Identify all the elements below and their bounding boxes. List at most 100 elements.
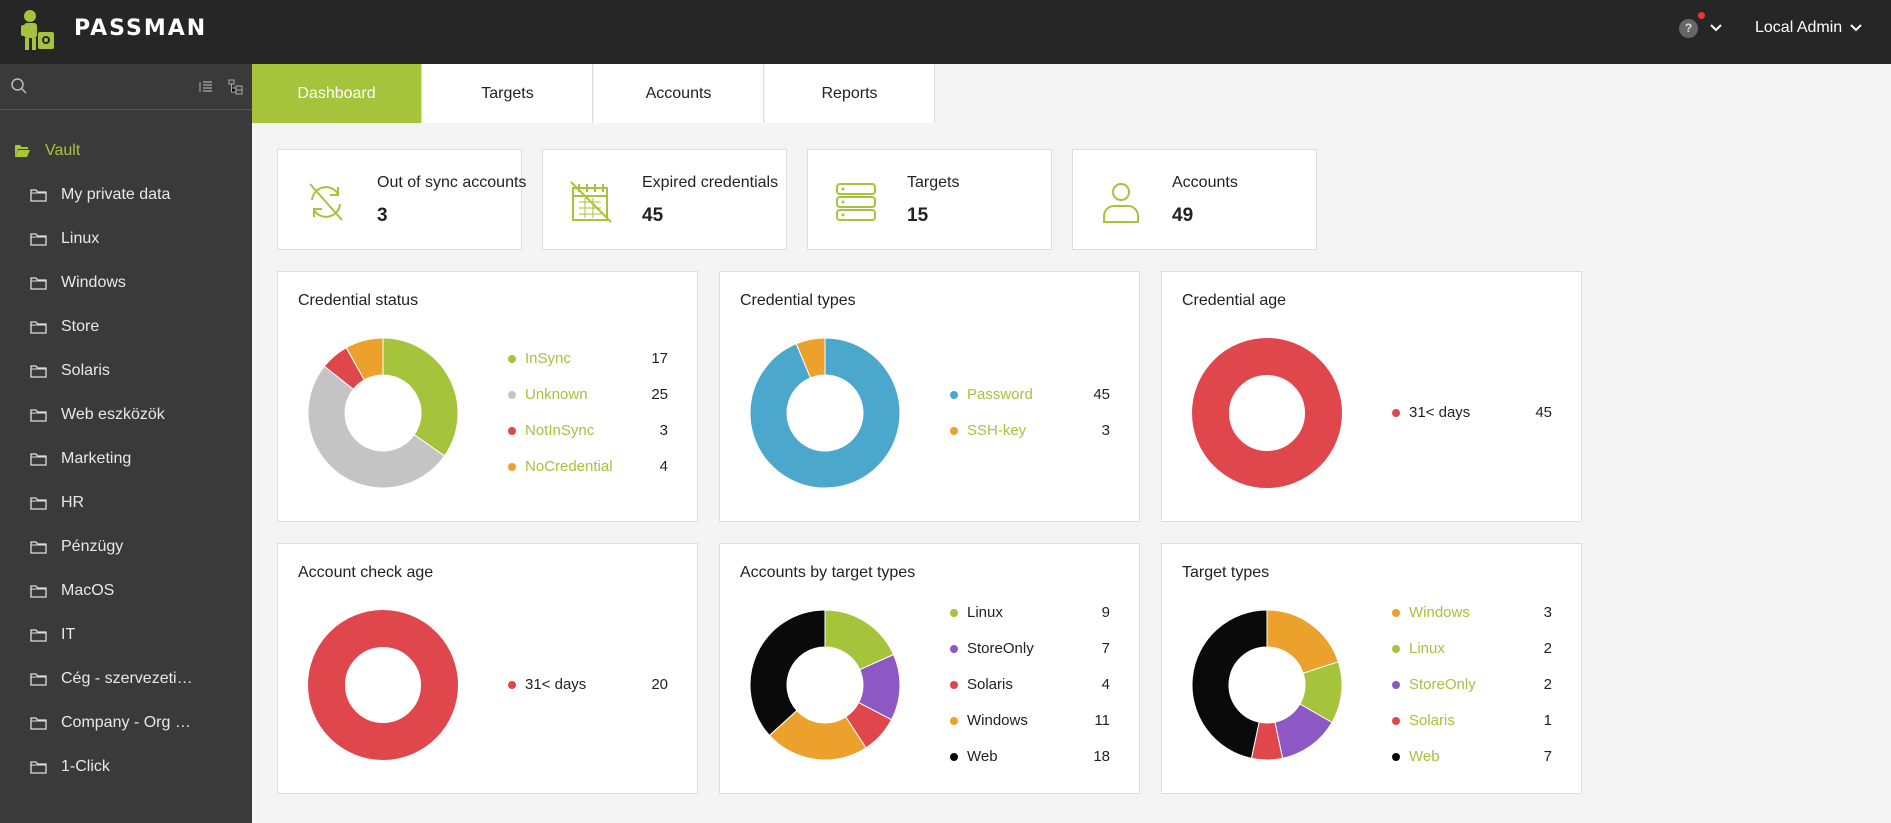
- panel-account-check-age: Account check age 31< days 20: [277, 543, 698, 794]
- sidebar-folder-item[interactable]: Store: [0, 310, 252, 346]
- legend-dot: [950, 645, 958, 653]
- legend-item[interactable]: Web 18: [950, 747, 1110, 767]
- tab-accounts[interactable]: Accounts: [594, 64, 764, 123]
- collapse-tree-icon[interactable]: [199, 79, 215, 95]
- sidebar-folder-item[interactable]: Linux: [0, 222, 252, 258]
- sidebar-folder-item[interactable]: Web eszközök: [0, 398, 252, 434]
- brand-name[interactable]: PASSMAN: [74, 16, 207, 41]
- legend-label[interactable]: Windows: [1409, 604, 1470, 621]
- search-input[interactable]: [36, 74, 186, 98]
- sidebar-folder-item[interactable]: Solaris: [0, 354, 252, 390]
- legend-item[interactable]: 31< days 20: [508, 675, 668, 695]
- legend-label[interactable]: Solaris: [1409, 712, 1455, 729]
- sidebar-folder-item[interactable]: Windows: [0, 266, 252, 302]
- donut-slice[interactable]: [308, 610, 458, 760]
- legend-label[interactable]: NoCredential: [525, 458, 613, 475]
- legend-value: 2: [1543, 676, 1552, 693]
- legend-item[interactable]: StoreOnly 2: [1392, 675, 1552, 695]
- sidebar-folder-item[interactable]: 1-Click: [0, 750, 252, 786]
- chevron-down-icon[interactable]: [1848, 19, 1864, 35]
- folder-icon: [30, 453, 47, 466]
- panel-title: Credential age: [1182, 292, 1287, 309]
- donut-chart[interactable]: [1191, 337, 1343, 489]
- legend-label[interactable]: Web: [1409, 748, 1440, 765]
- tree-item-label: Company - Org …: [61, 714, 191, 731]
- legend-item[interactable]: Linux 2: [1392, 639, 1552, 659]
- stat-card-expired-credentials[interactable]: Expired credentials 45: [542, 149, 787, 250]
- legend-dot: [508, 355, 516, 363]
- donut-slice[interactable]: [1192, 338, 1342, 488]
- legend-label[interactable]: InSync: [525, 350, 571, 367]
- expand-tree-icon[interactable]: [228, 79, 244, 95]
- legend-item[interactable]: StoreOnly 7: [950, 639, 1110, 659]
- tab-dashboard[interactable]: Dashboard: [252, 64, 422, 123]
- donut-slice[interactable]: [749, 609, 826, 737]
- legend-label[interactable]: NotInSync: [525, 422, 594, 439]
- sidebar-folder-item[interactable]: Marketing: [0, 442, 252, 478]
- tree-item-label: MacOS: [61, 582, 115, 599]
- legend-label[interactable]: Password: [967, 386, 1033, 403]
- sidebar-folder-item[interactable]: IT: [0, 618, 252, 654]
- legend-item[interactable]: InSync 17: [508, 349, 668, 369]
- legend-item[interactable]: NotInSync 3: [508, 421, 668, 441]
- legend-label[interactable]: Linux: [1409, 640, 1445, 657]
- donut-chart[interactable]: [1191, 609, 1343, 761]
- folder-icon: [30, 629, 47, 642]
- tree-item-label: Marketing: [61, 450, 132, 467]
- legend-label: 31< days: [525, 676, 587, 693]
- legend-item[interactable]: Linux 9: [950, 603, 1110, 623]
- legend-value: 9: [1101, 604, 1110, 621]
- sidebar-folder-item[interactable]: Company - Org …: [0, 706, 252, 742]
- legend-item[interactable]: NoCredential 4: [508, 457, 668, 477]
- legend-item[interactable]: Solaris 4: [950, 675, 1110, 695]
- legend-dot: [1392, 609, 1400, 617]
- legend-item[interactable]: Web 7: [1392, 747, 1552, 767]
- legend-item[interactable]: Windows 3: [1392, 603, 1552, 623]
- help-icon[interactable]: ?: [1679, 19, 1698, 38]
- donut-chart[interactable]: [307, 337, 459, 489]
- legend-dot: [1392, 681, 1400, 689]
- legend-item[interactable]: Solaris 1: [1392, 711, 1552, 731]
- donut-slice[interactable]: [1191, 609, 1268, 759]
- chevron-down-icon[interactable]: [1708, 19, 1724, 35]
- notification-dot: [1698, 12, 1705, 19]
- donut-slice[interactable]: [1266, 609, 1339, 674]
- legend-value: 45: [1535, 404, 1552, 421]
- legend-item[interactable]: Windows 11: [950, 711, 1110, 731]
- legend-item[interactable]: Password 45: [950, 385, 1110, 405]
- legend-value: 3: [659, 422, 668, 439]
- legend-item[interactable]: 31< days 45: [1392, 403, 1552, 423]
- legend-label: 31< days: [1409, 404, 1471, 421]
- server-icon: [836, 183, 876, 221]
- legend-item[interactable]: SSH-key 3: [950, 421, 1110, 441]
- sidebar-folder-item[interactable]: HR: [0, 486, 252, 522]
- user-menu[interactable]: Local Admin: [1755, 19, 1842, 37]
- stat-value: 3: [377, 205, 388, 226]
- tree-item-label: Web eszközök: [61, 406, 165, 423]
- donut-chart[interactable]: [749, 337, 901, 489]
- tab-targets[interactable]: Targets: [423, 64, 593, 123]
- sidebar-folder-item[interactable]: Pénzügy: [0, 530, 252, 566]
- passman-logo-icon[interactable]: [16, 8, 62, 52]
- donut-slice[interactable]: [382, 337, 459, 457]
- sidebar-folder-item[interactable]: My private data: [0, 178, 252, 214]
- folder-icon: [30, 717, 47, 730]
- legend-label[interactable]: StoreOnly: [1409, 676, 1476, 693]
- tree-item-label: Linux: [61, 230, 100, 247]
- legend-label[interactable]: SSH-key: [967, 422, 1026, 439]
- stat-card-targets[interactable]: Targets 15: [807, 149, 1052, 250]
- donut-chart[interactable]: [307, 609, 459, 761]
- folder-icon: [30, 541, 47, 554]
- stat-card-accounts[interactable]: Accounts 49: [1072, 149, 1317, 250]
- tree-item-label: My private data: [61, 186, 171, 203]
- stat-card-out-of-sync[interactable]: Out of sync accounts 3: [277, 149, 526, 250]
- legend-item[interactable]: Unknown 25: [508, 385, 668, 405]
- sidebar-folder-item[interactable]: MacOS: [0, 574, 252, 610]
- search-icon: [11, 78, 27, 94]
- legend-value: 7: [1543, 748, 1552, 765]
- legend-label[interactable]: Unknown: [525, 386, 588, 403]
- sidebar-folder-item[interactable]: Cég - szervezeti…: [0, 662, 252, 698]
- tab-reports[interactable]: Reports: [765, 64, 935, 123]
- donut-chart[interactable]: [749, 609, 901, 761]
- tree-item-vault[interactable]: Vault: [0, 134, 252, 170]
